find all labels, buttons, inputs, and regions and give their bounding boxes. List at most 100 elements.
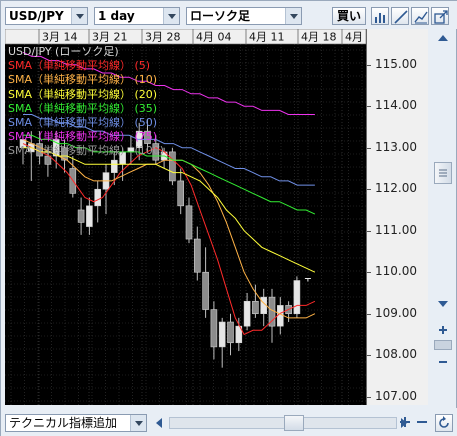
buy-button[interactable]: 買い [332,7,366,25]
chart-canvas[interactable]: 3月 14 3月 21 3月 28 4月 04 4月 11 4月 18 4月 [5,29,366,405]
sma-lines [22,51,316,336]
chevron-down-icon[interactable] [285,8,301,24]
symbol-select[interactable]: USD/JPY [5,7,88,25]
candle[interactable] [94,180,101,223]
refresh-icon [439,416,449,428]
trendline-tool-button[interactable] [391,7,409,25]
interval-label: 1 day [98,9,135,23]
price-tick-mark [367,230,371,232]
grid-lines [5,44,366,405]
minus-icon [417,421,427,423]
candle[interactable] [268,288,276,343]
chevron-down-icon [438,301,448,307]
zoom-in-horizontal-button[interactable] [398,414,412,433]
candle[interactable] [276,297,284,335]
chevron-down-icon[interactable] [163,8,179,24]
chevron-down-icon[interactable] [71,8,87,24]
price-tick-label: 107.00 [375,388,417,403]
price-tick-mark [367,106,371,108]
date-label: 3月 28 [145,31,181,44]
candle[interactable] [218,317,226,368]
vertical-scroll-thumb[interactable] [434,162,452,184]
bar-chart-tool-button[interactable] [371,7,389,25]
date-label: 4月 04 [196,31,232,44]
candle[interactable] [293,276,301,318]
scroll-up-button[interactable] [434,31,452,47]
date-label: 4月 18 [301,31,337,44]
scroll-left-button[interactable] [153,414,167,432]
horizontal-scroll-track[interactable] [169,417,397,429]
scroll-down-button[interactable] [434,297,452,313]
plus-icon [439,326,447,334]
date-label: 4月 11 [249,31,285,44]
price-tick-label: 115.00 [375,56,417,71]
candle[interactable] [260,288,267,327]
price-chart[interactable]: 3月 14 3月 21 3月 28 4月 04 4月 11 4月 18 4月 [5,29,366,405]
candle[interactable] [144,118,151,152]
minus-icon [439,361,447,363]
candle[interactable] [227,313,234,356]
candle[interactable] [285,301,292,323]
price-tick-mark [367,64,371,66]
chevron-down-icon[interactable] [130,415,146,431]
candle[interactable] [194,226,201,281]
candle[interactable] [127,135,135,165]
price-tick-mark [367,272,371,274]
price-tick-mark [367,355,371,357]
sma-line-10 [22,138,316,319]
last-price-marker [304,277,311,282]
vertical-scrollbar[interactable] [432,29,454,405]
zoom-in-button[interactable] [434,323,452,339]
price-tick-mark [367,189,371,191]
candle[interactable] [177,168,184,215]
chevron-up-icon [438,35,448,41]
price-tick-mark [367,313,371,315]
price-tick-mark [367,147,371,149]
price-tick-label: 111.00 [375,222,417,237]
candle[interactable] [86,197,93,235]
candle[interactable] [77,197,85,235]
price-tick-label: 109.00 [375,305,417,320]
price-axis: 115.00 114.00 113.00 112.00 111.00 110.00 109.… [366,29,428,405]
price-tick-label: 112.00 [375,181,417,196]
date-label: 3月 21 [92,31,128,44]
grid-lines-icon [414,11,428,24]
add-technical-label: テクニカル指標追加 [9,416,118,430]
horizontal-scroll-thumb[interactable] [284,415,304,431]
chart-type-select[interactable]: ローソク足 [186,7,302,25]
bar-chart-icon [375,13,385,23]
horizontal-scrollbar[interactable] [153,414,409,432]
chart-type-label: ローソク足 [190,9,251,23]
toolbar: USD/JPY 1 day ローソク足 買い [1,1,457,29]
bottom-bar: テクニカル指標追加 [1,408,457,436]
plus-icon [400,417,410,427]
symbol-label: USD/JPY [9,9,64,23]
price-tick-mark [367,396,371,398]
candle[interactable] [169,147,176,186]
price-tick-label: 110.00 [375,264,417,279]
sma-line-75 [22,51,315,115]
sma-line-20 [23,147,316,273]
price-tick-label: 114.00 [375,98,417,113]
candle[interactable] [210,301,218,360]
zoom-slider[interactable] [434,340,452,350]
price-tick-label: 113.00 [375,139,417,154]
date-label: 3月 14 [42,31,78,44]
sma-line-35 [23,134,316,215]
grip-icon [439,169,447,177]
interval-select[interactable]: 1 day [94,7,180,25]
candle[interactable] [27,131,35,181]
reset-button[interactable] [435,414,453,432]
date-label: 4月 [345,31,363,44]
grid-tool-button[interactable] [411,7,429,25]
candle[interactable] [243,292,251,331]
export-tool-button[interactable] [431,7,449,25]
zoom-out-button[interactable] [434,355,452,371]
candle[interactable] [185,197,193,244]
trendline-icon [394,10,408,24]
date-axis: 3月 14 3月 21 3月 28 4月 04 4月 11 4月 18 4月 [5,29,366,45]
zoom-out-horizontal-button[interactable] [415,414,429,433]
add-technical-select[interactable]: テクニカル指標追加 [5,414,147,432]
price-tick-label: 108.00 [375,347,417,362]
chart-widget: USD/JPY 1 day ローソク足 買い 3月 14 3月 21 3月 28… [0,0,457,436]
